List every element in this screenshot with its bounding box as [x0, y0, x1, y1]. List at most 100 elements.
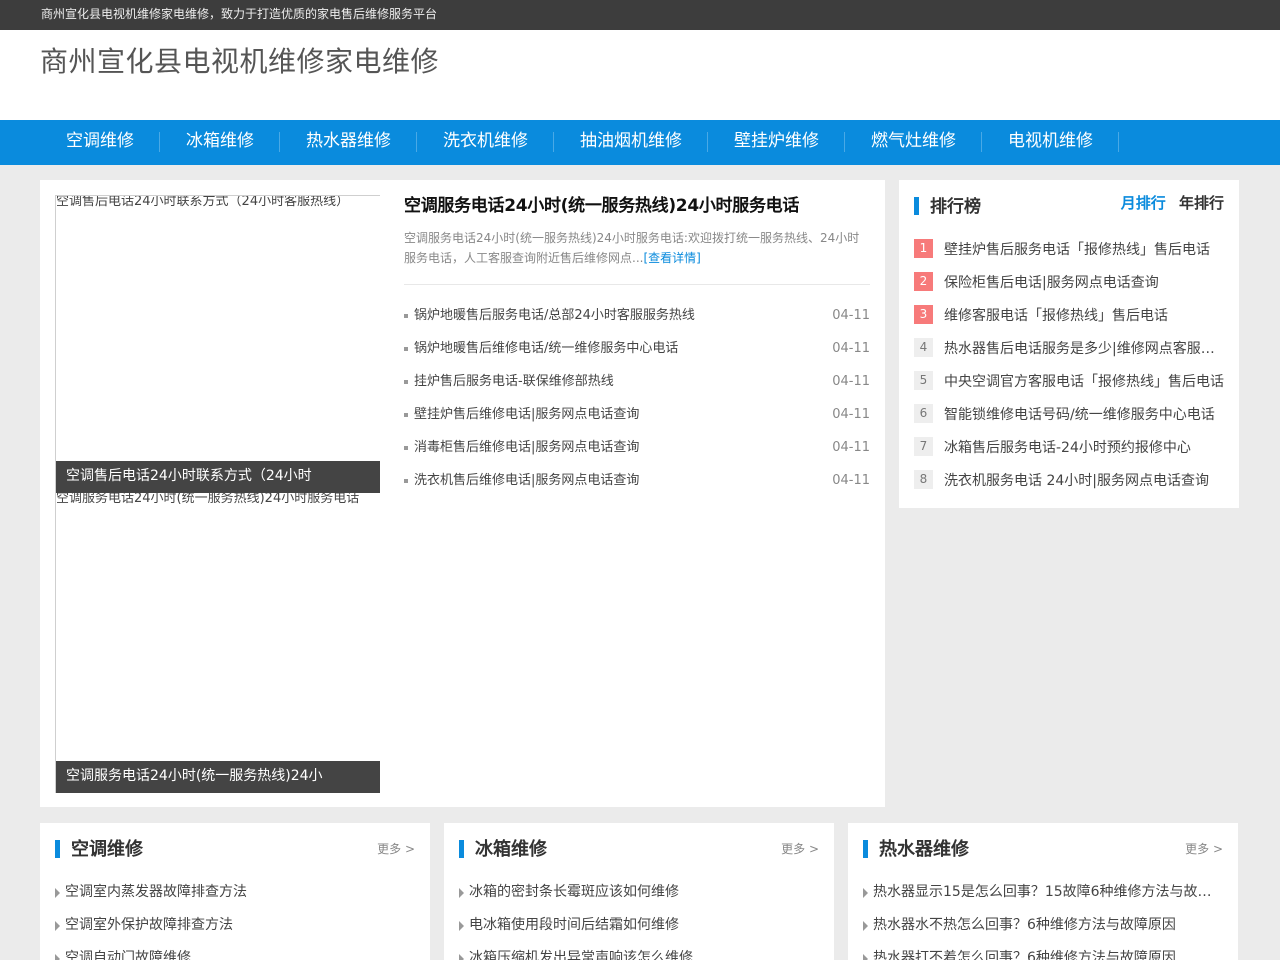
- tab-yearly[interactable]: 年排行: [1179, 194, 1224, 212]
- category-panel-ac: 空调维修 更多 > 空调室内蒸发器故障排查方法 空调室外保护故障排查方法 空调自…: [40, 823, 430, 960]
- list-item: 锅炉地暖售后服务电话/总部24小时客服服务热线 04-11: [404, 299, 870, 332]
- list-item: 7 冰箱售后服务电话-24小时预约报修中心: [914, 430, 1224, 463]
- divider: [404, 284, 870, 285]
- rank-title-link[interactable]: 中央空调官方客服电话「报修热线」售后电话: [944, 371, 1224, 391]
- list-item: 8 洗衣机服务电话 24小时|服务网点电话查询: [914, 463, 1224, 496]
- category-panel-water-heater: 热水器维修 更多 > 热水器显示15是怎么回事？15故障6种维修方法与故障原因 …: [848, 823, 1238, 960]
- feature-article: 空调服务电话24小时(统一服务热线)24小时服务电话 空调服务电话24小时(统一…: [404, 194, 870, 497]
- category-header: 冰箱维修 更多 >: [459, 835, 819, 863]
- rank-badge: 6: [914, 404, 933, 423]
- list-item[interactable]: 热水器显示15是怎么回事？15故障6种维修方法与故障原因: [863, 876, 1223, 909]
- list-item[interactable]: 空调自动门故障维修: [55, 942, 415, 960]
- list-item: 壁挂炉售后维修电话|服务网点电话查询 04-11: [404, 398, 870, 431]
- more-link[interactable]: 更多 >: [781, 840, 819, 857]
- rank-badge: 5: [914, 371, 933, 390]
- news-title-link[interactable]: 洗衣机售后维修电话|服务网点电话查询: [404, 464, 639, 497]
- news-title-link[interactable]: 锅炉地暖售后服务电话/总部24小时客服服务热线: [404, 299, 695, 332]
- category-title: 热水器维修: [879, 839, 969, 860]
- news-date: 04-11: [832, 341, 870, 356]
- nav-item-washer[interactable]: 洗衣机维修: [417, 120, 554, 165]
- slide-image-2[interactable]: 空调服务电话24小时(统一服务热线)24小时服务电话 空调服务电话24小时(统一…: [55, 493, 380, 793]
- list-item[interactable]: 空调室外保护故障排查方法: [55, 909, 415, 942]
- news-date: 04-11: [832, 407, 870, 422]
- featured-panel: 空调售后电话24小时联系方式（24小时客服热线） 空调售后电话24小时联系方式（…: [40, 180, 885, 807]
- nav-item-gas-stove[interactable]: 燃气灶维修: [845, 120, 982, 165]
- list-item: 6 智能锁维修电话号码/统一维修服务中心电话: [914, 397, 1224, 430]
- slide-alt-text: 空调服务电话24小时(统一服务热线)24小时服务电话: [56, 493, 360, 506]
- site-title[interactable]: 商州宣化县电视机维修家电维修: [40, 40, 439, 80]
- nav-item-water-heater[interactable]: 热水器维修: [280, 120, 417, 165]
- list-item: 5 中央空调官方客服电话「报修热线」售后电话: [914, 364, 1224, 397]
- rank-badge: 3: [914, 305, 933, 324]
- tab-monthly[interactable]: 月排行: [1121, 194, 1166, 212]
- main-nav: 空调维修 冰箱维修 热水器维修 洗衣机维修 抽油烟机维修 壁挂炉维修 燃气灶维修…: [0, 120, 1280, 165]
- topbar: 商州宣化县电视机维修家电维修，致力于打造优质的家电售后维修服务平台: [0, 0, 1280, 30]
- slide-caption: 空调售后电话24小时联系方式（24小时: [56, 461, 380, 493]
- feature-summary: 空调服务电话24小时(统一服务热线)24小时服务电话:欢迎拨打统一服务热线、24…: [404, 228, 870, 268]
- feature-desc-text: 空调服务电话24小时(统一服务热线)24小时服务电话:欢迎拨打统一服务热线、24…: [404, 231, 860, 265]
- category-title: 空调维修: [71, 839, 143, 860]
- list-item: 消毒柜售后维修电话|服务网点电话查询 04-11: [404, 431, 870, 464]
- title-accent-bar: [863, 840, 868, 858]
- feature-title[interactable]: 空调服务电话24小时(统一服务热线)24小时服务电话: [404, 196, 799, 216]
- rank-badge: 7: [914, 437, 933, 456]
- category-list: 空调室内蒸发器故障排查方法 空调室外保护故障排查方法 空调自动门故障维修: [55, 876, 415, 960]
- category-list: 冰箱的密封条长霉斑应该如何维修 电冰箱使用段时间后结霜如何维修 冰箱压缩机发出异…: [459, 876, 819, 960]
- list-item[interactable]: 电冰箱使用段时间后结霜如何维修: [459, 909, 819, 942]
- category-panel-fridge: 冰箱维修 更多 > 冰箱的密封条长霉斑应该如何维修 电冰箱使用段时间后结霜如何维…: [444, 823, 834, 960]
- rank-title-link[interactable]: 维修客服电话「报修热线」售后电话: [944, 305, 1168, 325]
- rank-title-link[interactable]: 冰箱售后服务电话-24小时预约报修中心: [944, 437, 1191, 457]
- more-link[interactable]: 更多 >: [377, 840, 415, 857]
- slide-alt-text: 空调售后电话24小时联系方式（24小时客服热线）: [56, 195, 350, 209]
- site-header: 商州宣化县电视机维修家电维修: [0, 30, 1280, 120]
- rank-badge: 8: [914, 470, 933, 489]
- news-title-link[interactable]: 挂炉售后服务电话-联保维修部热线: [404, 365, 614, 398]
- title-accent-bar: [459, 840, 464, 858]
- view-details-link[interactable]: [查看详情]: [643, 251, 700, 265]
- list-item: 2 保险柜售后电话|服务网点电话查询: [914, 265, 1224, 298]
- news-title-link[interactable]: 消毒柜售后维修电话|服务网点电话查询: [404, 431, 639, 464]
- rank-title-link[interactable]: 热水器售后电话服务是多少|维修网点客服电话: [944, 338, 1224, 358]
- news-title-link[interactable]: 壁挂炉售后维修电话|服务网点电话查询: [404, 398, 639, 431]
- list-item: 4 热水器售后电话服务是多少|维修网点客服电话: [914, 331, 1224, 364]
- rank-badge: 4: [914, 338, 933, 357]
- list-item[interactable]: 空调室内蒸发器故障排查方法: [55, 876, 415, 909]
- list-item: 1 壁挂炉售后服务电话「报修热线」售后电话: [914, 232, 1224, 265]
- list-item: 挂炉售后服务电话-联保维修部热线 04-11: [404, 365, 870, 398]
- rank-title-link[interactable]: 智能锁维修电话号码/统一维修服务中心电话: [944, 404, 1215, 424]
- ranking-panel: 排行榜 月排行 年排行 1 壁挂炉售后服务电话「报修热线」售后电话 2 保险柜售后电…: [899, 180, 1239, 508]
- news-title-link[interactable]: 锅炉地暖售后维修电话/统一维修服务中心电话: [404, 332, 678, 365]
- category-header: 空调维修 更多 >: [55, 835, 415, 863]
- list-item[interactable]: 热水器打不着怎么回事？6种维修方法与故障原因: [863, 942, 1223, 960]
- nav-item-fridge[interactable]: 冰箱维修: [160, 120, 280, 165]
- nav-item-ac[interactable]: 空调维修: [40, 120, 160, 165]
- topbar-slogan: 商州宣化县电视机维修家电维修，致力于打造优质的家电售后维修服务平台: [41, 7, 438, 21]
- list-item: 3 维修客服电话「报修热线」售后电话: [914, 298, 1224, 331]
- category-title: 冰箱维修: [475, 839, 547, 860]
- slide-image-1[interactable]: 空调售后电话24小时联系方式（24小时客服热线） 空调售后电话24小时联系方式（…: [55, 195, 380, 493]
- more-link[interactable]: 更多 >: [1185, 840, 1223, 857]
- rank-title-link[interactable]: 壁挂炉售后服务电话「报修热线」售后电话: [944, 239, 1210, 259]
- news-date: 04-11: [832, 308, 870, 323]
- list-item[interactable]: 冰箱压缩机发出异常声响该怎么维修: [459, 942, 819, 960]
- rank-title-link[interactable]: 保险柜售后电话|服务网点电话查询: [944, 272, 1159, 292]
- slide-caption: 空调服务电话24小时(统一服务热线)24小: [56, 761, 380, 793]
- category-header: 热水器维修 更多 >: [863, 835, 1223, 863]
- nav-item-boiler[interactable]: 壁挂炉维修: [708, 120, 845, 165]
- category-list: 热水器显示15是怎么回事？15故障6种维修方法与故障原因 热水器水不热怎么回事？…: [863, 876, 1223, 960]
- ranking-header: 排行榜 月排行 年排行: [914, 192, 1224, 218]
- news-date: 04-11: [832, 473, 870, 488]
- nav-item-tv[interactable]: 电视机维修: [982, 120, 1119, 165]
- list-item: 锅炉地暖售后维修电话/统一维修服务中心电话 04-11: [404, 332, 870, 365]
- list-item[interactable]: 冰箱的密封条长霉斑应该如何维修: [459, 876, 819, 909]
- ranking-tabs: 月排行 年排行: [1113, 192, 1224, 213]
- nav-item-range-hood[interactable]: 抽油烟机维修: [554, 120, 708, 165]
- news-list: 锅炉地暖售后服务电话/总部24小时客服服务热线 04-11 锅炉地暖售后维修电话/…: [404, 299, 870, 497]
- news-date: 04-11: [832, 440, 870, 455]
- rank-badge: 2: [914, 272, 933, 291]
- ranking-title: 排行榜: [930, 197, 981, 217]
- rank-title-link[interactable]: 洗衣机服务电话 24小时|服务网点电话查询: [944, 470, 1209, 490]
- ranking-list: 1 壁挂炉售后服务电话「报修热线」售后电话 2 保险柜售后电话|服务网点电话查询 3…: [914, 232, 1224, 496]
- list-item[interactable]: 热水器水不热怎么回事？6种维修方法与故障原因: [863, 909, 1223, 942]
- rank-badge: 1: [914, 239, 933, 258]
